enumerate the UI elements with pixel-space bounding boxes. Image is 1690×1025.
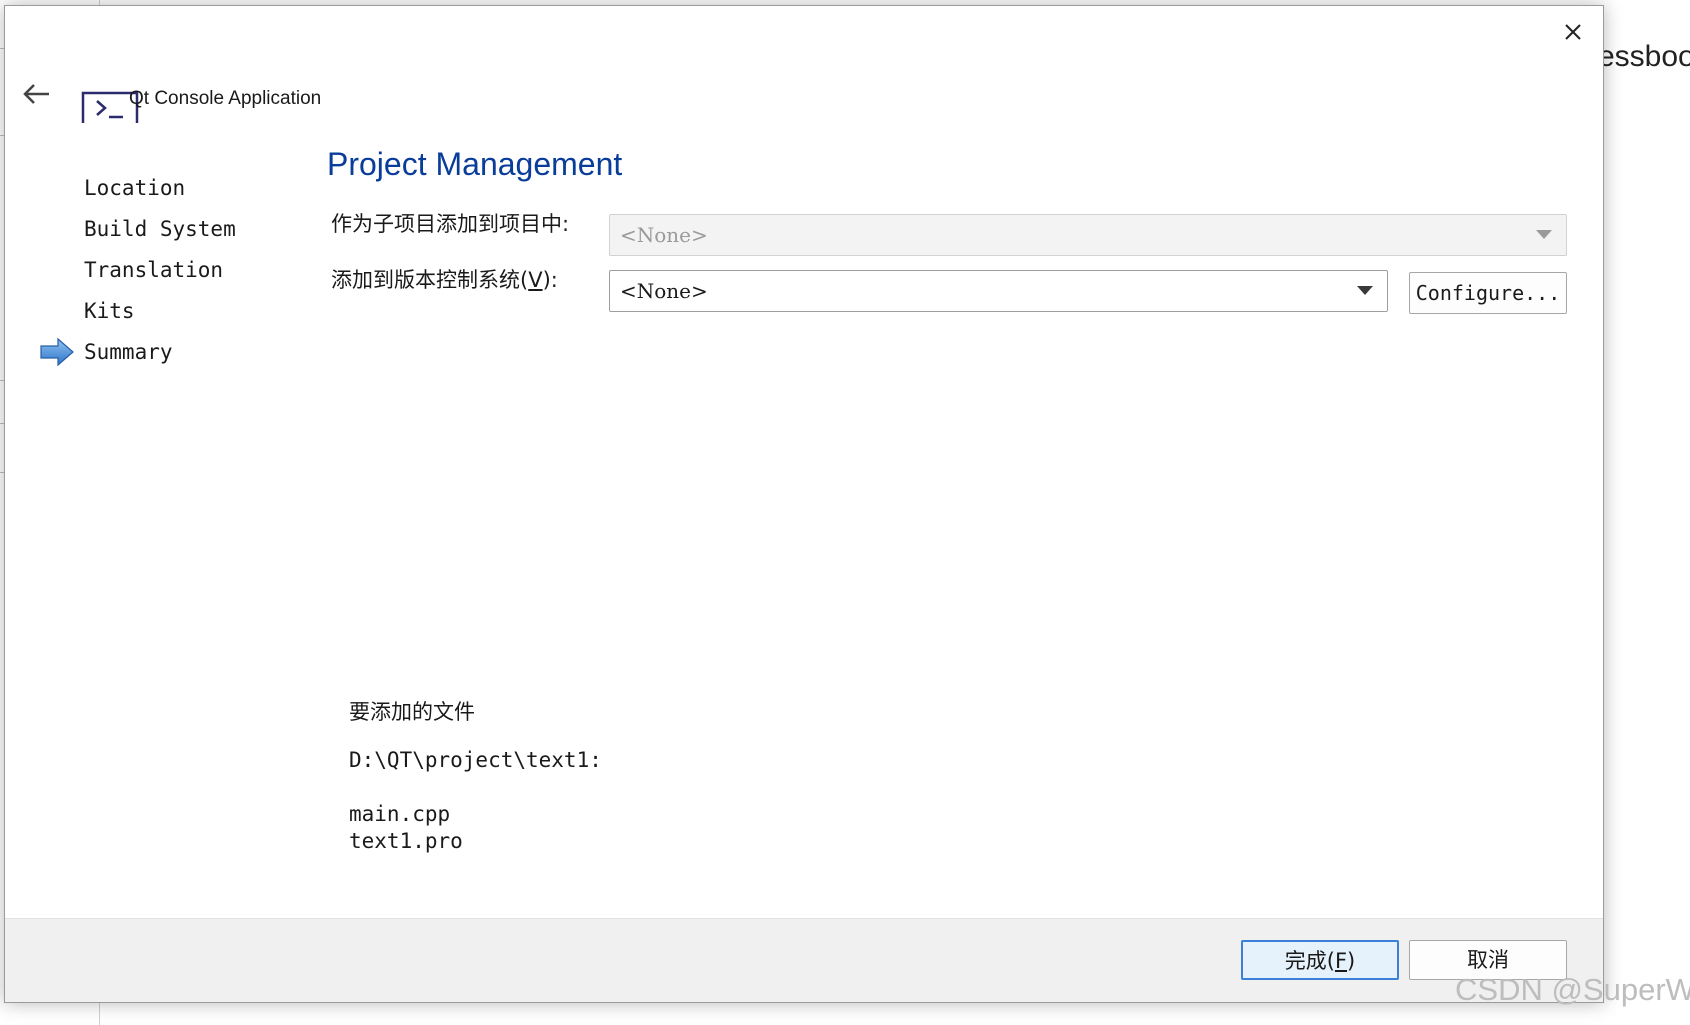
add-as-subproject-value: <None> [620, 223, 708, 247]
chevron-down-icon [1536, 230, 1552, 239]
file-item: text1.pro [349, 829, 463, 853]
current-step-arrow-icon [40, 337, 74, 367]
project-path: D:\QT\project\text1: [349, 748, 602, 772]
step-location: Location [84, 176, 186, 200]
close-icon[interactable] [1557, 16, 1589, 48]
version-control-label: 添加到版本控制系统(V): [331, 268, 558, 292]
step-summary: Summary [84, 340, 173, 364]
configure-button[interactable]: Configure... [1409, 272, 1567, 314]
add-as-subproject-label: 作为子项目添加到项目中: [331, 212, 570, 236]
files-heading: 要添加的文件 [349, 700, 475, 724]
version-control-combo[interactable]: <None> [609, 270, 1388, 312]
file-item: main.cpp [349, 802, 451, 826]
version-control-mnemonic: V [528, 268, 543, 292]
page-title: Project Management [327, 146, 623, 182]
new-project-wizard-dialog: Qt Console Application Location Build Sy… [4, 5, 1604, 1003]
chevron-down-icon [1357, 286, 1373, 295]
dialog-footer: 完成(F) 取消 [5, 918, 1603, 1002]
wizard-title: Qt Console Application [129, 88, 322, 109]
step-kits: Kits [84, 299, 135, 323]
watermark: CSDN @SuperW [1455, 972, 1690, 1007]
back-arrow-icon[interactable] [19, 76, 55, 112]
finish-button[interactable]: 完成(F) [1241, 940, 1399, 980]
step-translation: Translation [84, 258, 224, 282]
step-build-system: Build System [84, 217, 236, 241]
add-as-subproject-combo[interactable]: <None> [609, 214, 1567, 256]
background-window-text: essbook [1598, 40, 1690, 73]
version-control-value: <None> [620, 279, 708, 303]
